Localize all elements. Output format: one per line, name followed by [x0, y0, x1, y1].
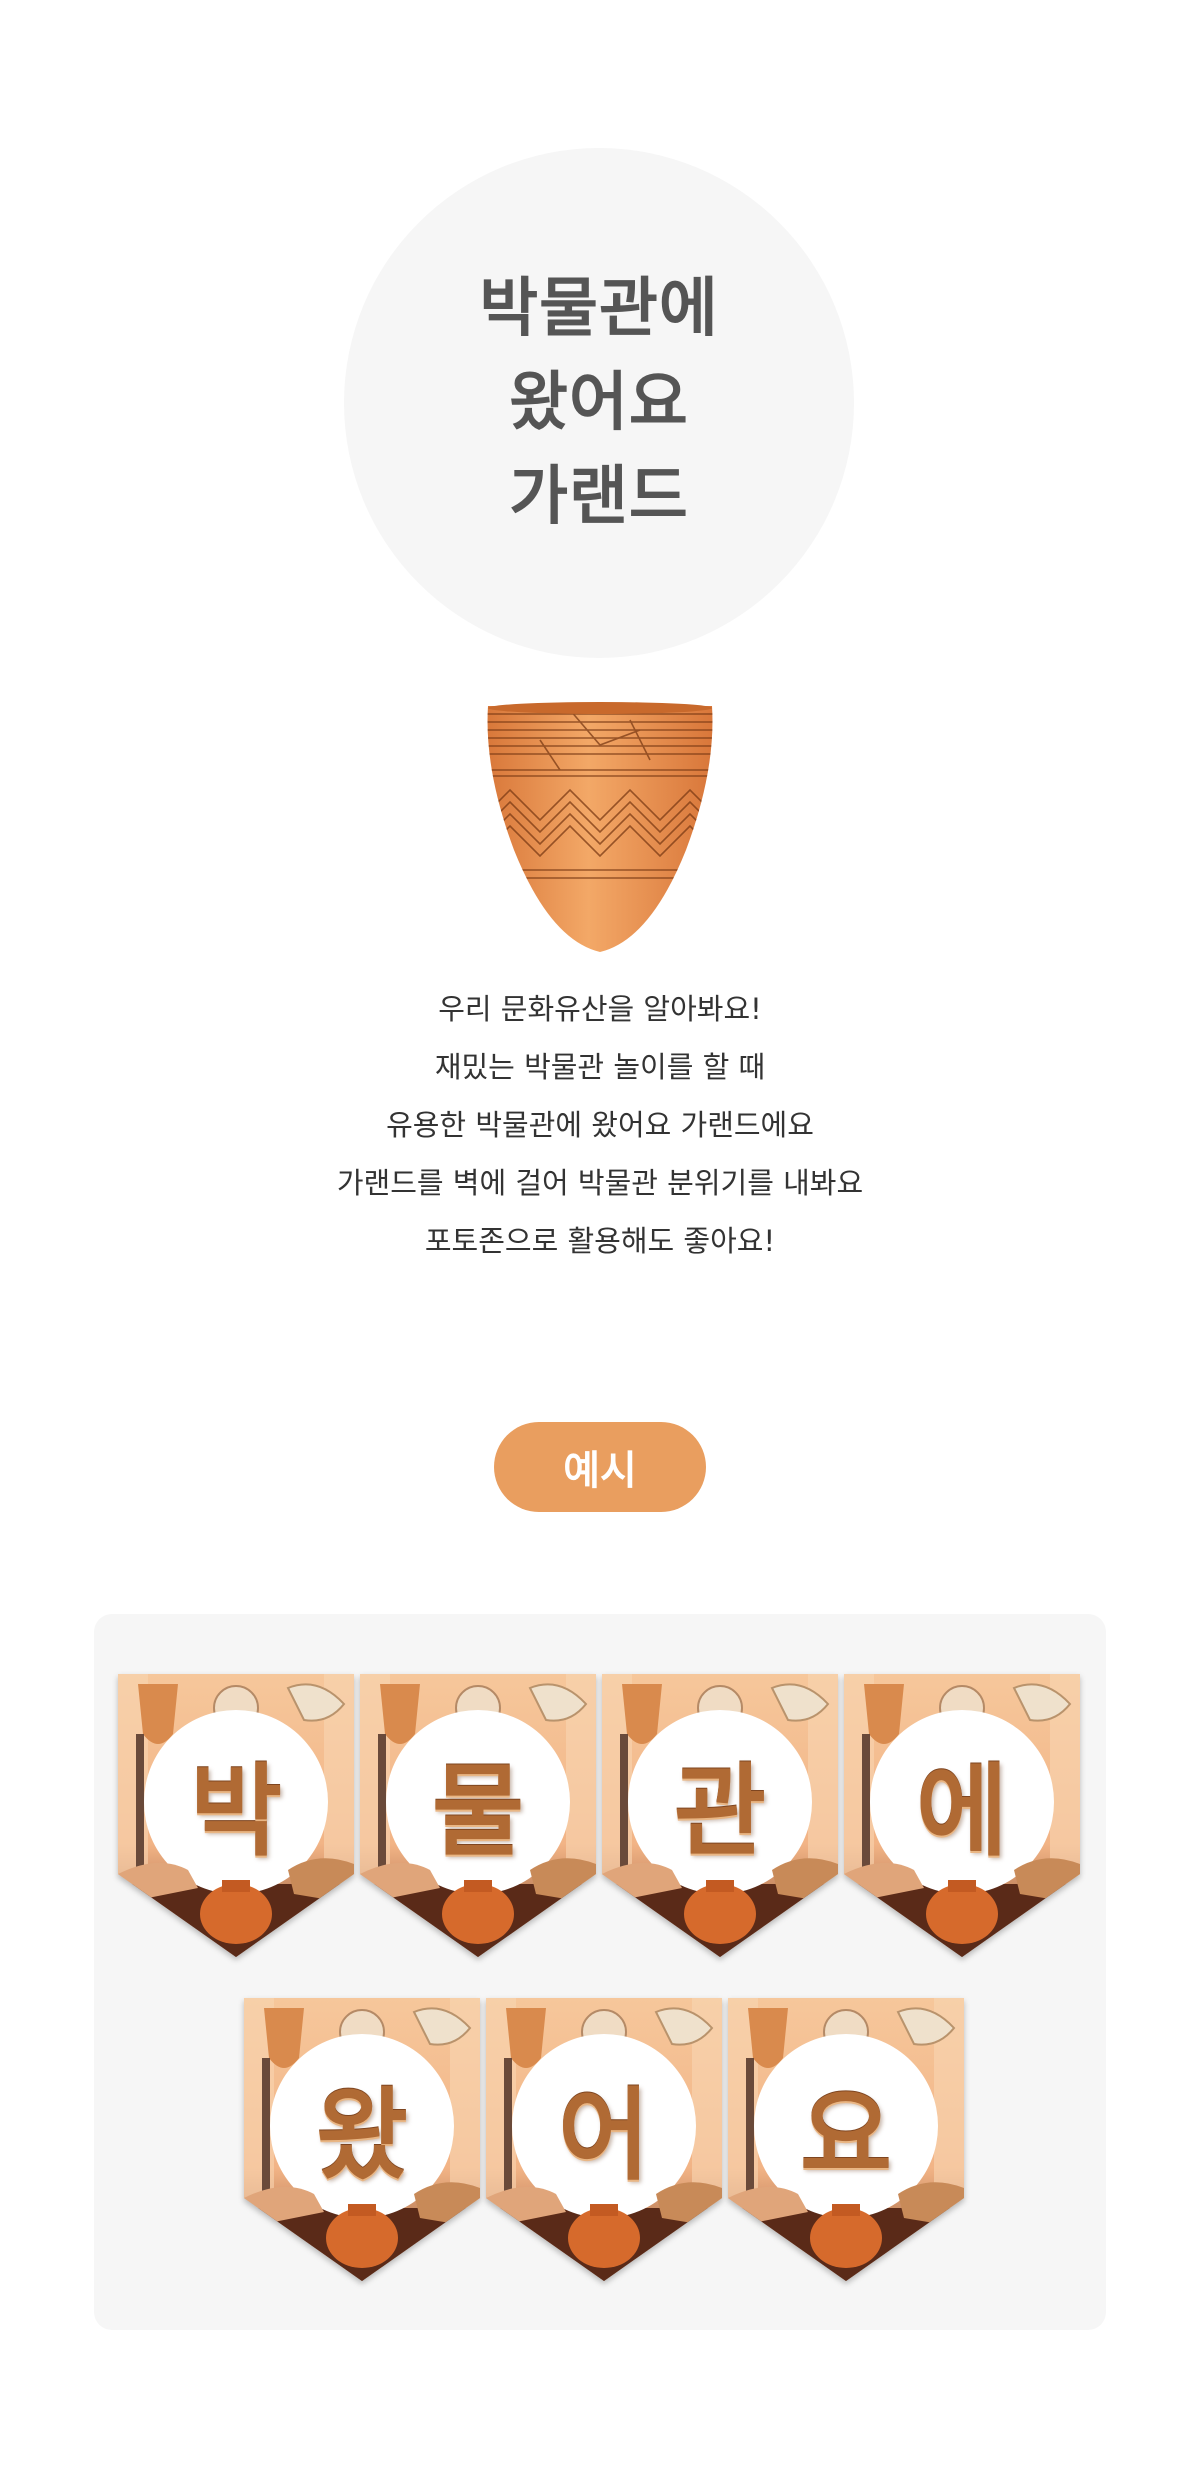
description-line: 우리 문화유산을 알아봐요! [438, 992, 762, 1026]
title-line-3: 가랜드 [509, 460, 689, 534]
garland-flag: 어 [486, 1998, 722, 2281]
title-circle: 박물관에 왔어요 가랜드 [344, 148, 854, 658]
description-line: 유용한 박물관에 왔어요 가랜드에요 [386, 1108, 814, 1142]
description-line: 재밌는 박물관 놀이를 할 때 [434, 1050, 766, 1084]
description-line: 포토존으로 활용해도 좋아요! [424, 1224, 776, 1258]
garland-flag: 에 [844, 1674, 1080, 1957]
description-line: 가랜드를 벽에 걸어 박물관 분위기를 내봐요 [336, 1166, 864, 1200]
example-preview-box: 박 물 관 에 왔 어 요 [94, 1614, 1106, 2330]
garland-flag-letter: 어 [558, 2076, 650, 2194]
example-label-badge: 예시 [494, 1422, 706, 1512]
garland-flag-letter: 에 [916, 1752, 1008, 1870]
garland-flag-letter: 박 [190, 1752, 282, 1870]
garland-flag: 물 [360, 1674, 596, 1957]
garland-flag-letter: 왔 [316, 2076, 408, 2194]
title-line-1: 박물관에 [479, 272, 719, 346]
garland-flag: 왔 [244, 1998, 480, 2281]
garland-flag-letter: 관 [674, 1752, 766, 1870]
garland-flag-letter: 물 [432, 1752, 524, 1870]
garland-flag: 요 [728, 1998, 964, 2281]
garland-flag: 관 [602, 1674, 838, 1957]
description: 우리 문화유산을 알아봐요! 재밌는 박물관 놀이를 할 때 유용한 박물관에 … [200, 980, 1000, 1270]
title-line-2: 왔어요 [509, 366, 689, 440]
comb-pattern-pottery-icon [480, 700, 720, 960]
garland-flag: 박 [118, 1674, 354, 1957]
garland-flag-letter: 요 [800, 2076, 892, 2194]
